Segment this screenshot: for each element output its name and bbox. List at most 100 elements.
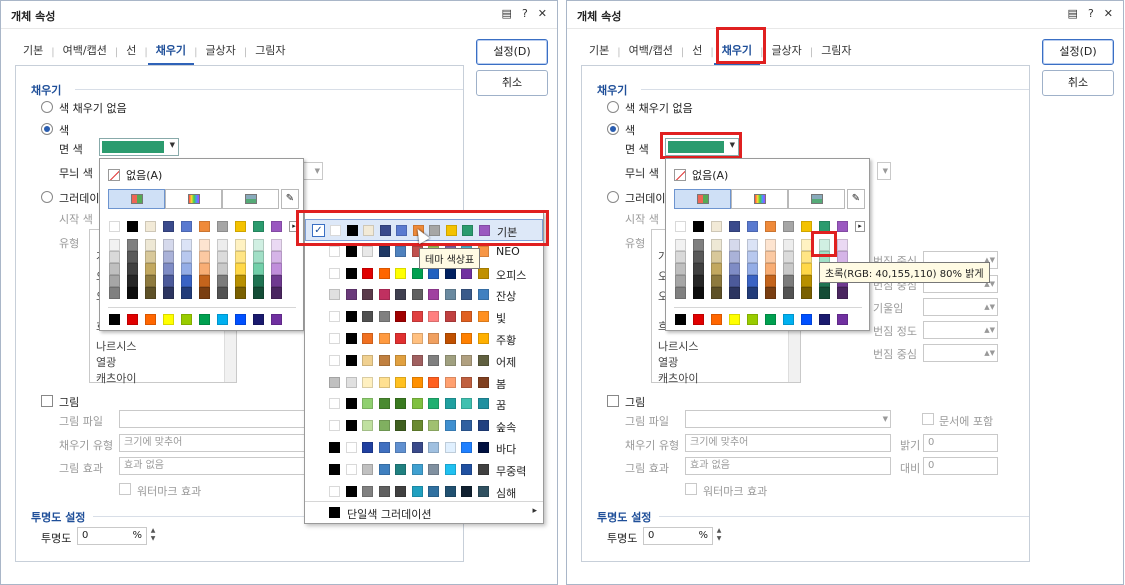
color-cell[interactable] xyxy=(711,239,722,251)
color-cell[interactable] xyxy=(181,314,192,325)
color-cell[interactable] xyxy=(765,251,776,263)
color-cell[interactable] xyxy=(163,263,174,275)
include-in-doc-checkbox[interactable] xyxy=(922,413,934,425)
color-cell[interactable] xyxy=(783,287,794,299)
help-panel-icon[interactable]: ▤ xyxy=(1068,7,1078,20)
fill-type-select[interactable]: 크기에 맞추어 xyxy=(119,434,309,452)
color-cell[interactable] xyxy=(675,275,686,287)
picture-effect-select[interactable]: 효과 없음 xyxy=(119,457,309,475)
color-cell[interactable] xyxy=(765,287,776,299)
transparency-input[interactable]: 0 % xyxy=(643,527,713,545)
no-fill-radio[interactable] xyxy=(41,101,53,113)
color-cell[interactable] xyxy=(819,287,830,299)
color-cell[interactable] xyxy=(127,314,138,325)
color-cell[interactable] xyxy=(747,239,758,251)
color-cell[interactable] xyxy=(729,263,740,275)
color-cell[interactable] xyxy=(729,314,740,325)
color-cell[interactable] xyxy=(181,275,192,287)
color-cell[interactable] xyxy=(837,287,848,299)
tab-textbox[interactable]: 글상자 xyxy=(197,39,243,65)
fill-type-select[interactable]: 크기에 맞추어 xyxy=(685,434,891,452)
close-icon[interactable]: ✕ xyxy=(538,7,547,20)
color-cell[interactable] xyxy=(181,287,192,299)
palette-tab-spectrum[interactable] xyxy=(731,189,788,209)
color-cell[interactable] xyxy=(675,287,686,299)
tab-margin-caption[interactable]: 여백/캡션 xyxy=(621,39,681,65)
color-cell[interactable] xyxy=(747,275,758,287)
color-cell[interactable] xyxy=(253,239,264,251)
color-cell[interactable] xyxy=(145,275,156,287)
color-cell[interactable] xyxy=(711,263,722,275)
tab-shadow[interactable]: 그림자 xyxy=(247,39,293,65)
theme-row[interactable]: 심해 xyxy=(305,481,543,503)
color-cell[interactable] xyxy=(145,263,156,275)
color-cell[interactable] xyxy=(711,287,722,299)
color-cell[interactable] xyxy=(253,287,264,299)
color-cell[interactable] xyxy=(217,287,228,299)
color-cell[interactable] xyxy=(271,263,282,275)
color-cell[interactable] xyxy=(145,239,156,251)
color-cell[interactable] xyxy=(675,314,686,325)
color-cell[interactable] xyxy=(109,275,120,287)
color-cell[interactable] xyxy=(217,221,228,232)
gradient-radio[interactable] xyxy=(41,191,53,203)
color-cell[interactable] xyxy=(729,287,740,299)
color-cell[interactable] xyxy=(127,287,138,299)
color-cell[interactable] xyxy=(163,287,174,299)
watermark-checkbox[interactable] xyxy=(685,483,697,495)
color-cell[interactable] xyxy=(729,275,740,287)
theme-row[interactable]: 바다 xyxy=(305,437,543,459)
color-cell[interactable] xyxy=(747,221,758,232)
color-cell[interactable] xyxy=(235,239,246,251)
help-icon[interactable]: ? xyxy=(1088,7,1094,20)
list-item[interactable]: 열광 xyxy=(96,354,116,370)
color-cell[interactable] xyxy=(765,263,776,275)
tab-fill[interactable]: 채우기 xyxy=(713,39,761,65)
color-cell[interactable] xyxy=(783,239,794,251)
color-cell[interactable] xyxy=(747,287,758,299)
picture-effect-select[interactable]: 효과 없음 xyxy=(685,457,891,475)
color-cell[interactable] xyxy=(837,239,848,251)
color-cell[interactable] xyxy=(217,263,228,275)
list-item[interactable]: 나르시스 xyxy=(96,338,136,354)
cancel-button[interactable]: 취소 xyxy=(476,70,548,96)
theme-row[interactable]: 무중력 xyxy=(305,459,543,481)
color-cell[interactable] xyxy=(109,314,120,325)
color-cell[interactable] xyxy=(109,263,120,275)
palette-tab-theme[interactable] xyxy=(108,189,165,209)
theme-row[interactable]: 잔상 xyxy=(305,284,543,306)
color-cell[interactable] xyxy=(801,251,812,263)
gradient-option-field[interactable]: ▲▼ xyxy=(923,298,998,316)
color-cell[interactable] xyxy=(271,314,282,325)
tab-basic[interactable]: 기본 xyxy=(15,39,51,65)
color-cell[interactable] xyxy=(271,221,282,232)
gradient-radio[interactable] xyxy=(607,191,619,203)
color-cell[interactable] xyxy=(765,221,776,232)
theme-row[interactable]: 꿈 xyxy=(305,393,543,415)
color-cell[interactable] xyxy=(801,221,812,232)
color-cell[interactable] xyxy=(109,251,120,263)
color-cell[interactable] xyxy=(217,314,228,325)
color-cell[interactable] xyxy=(783,251,794,263)
tab-shadow[interactable]: 그림자 xyxy=(813,39,859,65)
gradient-option-field[interactable]: ▲▼ xyxy=(923,344,998,362)
color-cell[interactable] xyxy=(837,314,848,325)
color-cell[interactable] xyxy=(693,287,704,299)
color-cell[interactable] xyxy=(235,263,246,275)
color-cell[interactable] xyxy=(819,239,830,251)
color-cell[interactable] xyxy=(199,263,210,275)
face-color-button[interactable]: ▼ xyxy=(99,138,179,156)
color-cell[interactable] xyxy=(729,221,740,232)
color-cell[interactable] xyxy=(693,251,704,263)
theme-row[interactable]: 어제 xyxy=(305,350,543,372)
help-panel-icon[interactable]: ▤ xyxy=(502,7,512,20)
color-cell[interactable] xyxy=(199,239,210,251)
color-cell[interactable] xyxy=(747,314,758,325)
color-cell[interactable] xyxy=(801,239,812,251)
tab-line[interactable]: 선 xyxy=(684,39,710,65)
color-cell[interactable] xyxy=(765,239,776,251)
eyedropper-icon[interactable]: ✎ xyxy=(281,189,299,209)
transparency-spinner[interactable]: ▲ ▼ xyxy=(715,527,723,545)
picture-checkbox[interactable] xyxy=(607,395,619,407)
color-cell[interactable] xyxy=(693,239,704,251)
